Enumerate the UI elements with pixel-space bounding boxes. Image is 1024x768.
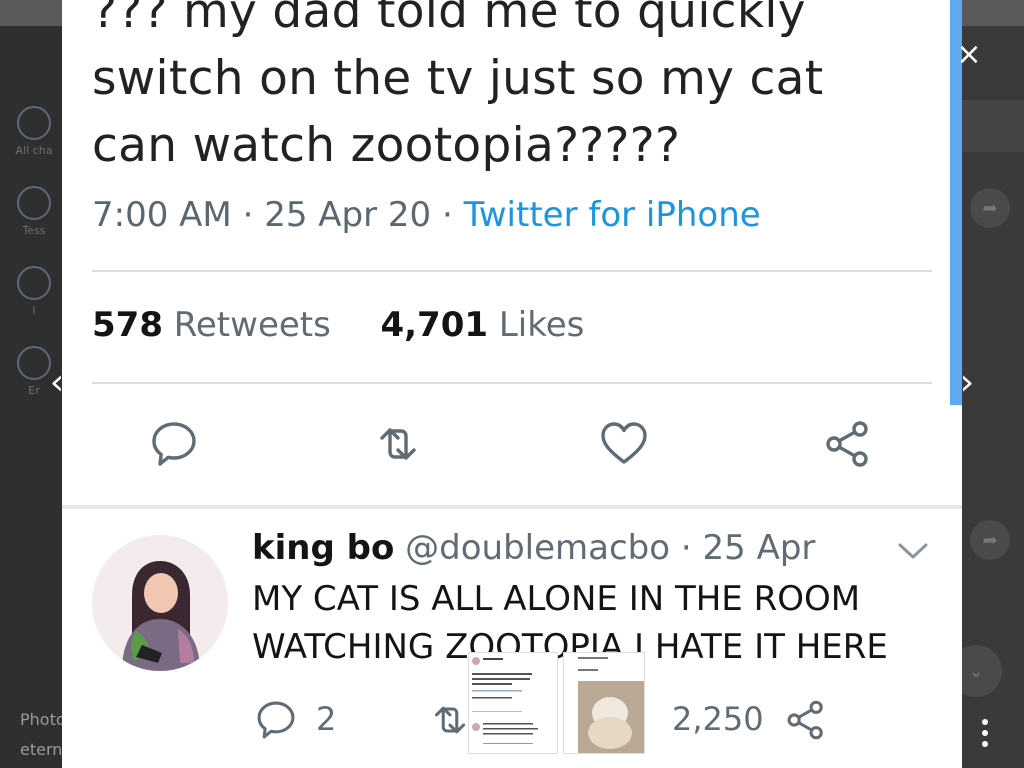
thumbnail-tweet[interactable]	[468, 652, 558, 754]
retweets-count: 578	[92, 305, 163, 345]
likes-label: Likes	[498, 305, 585, 345]
reply-handle: @doublemacbo	[405, 528, 671, 568]
thumbnail-strip	[468, 652, 648, 754]
background-sidebar-label: Tess	[22, 224, 46, 237]
more-options-icon[interactable]	[975, 716, 995, 750]
forward-icon: ➦	[970, 520, 1010, 560]
reply-icon	[257, 701, 295, 739]
chat-bubble-icon	[17, 106, 51, 140]
like-heart-icon	[601, 422, 647, 464]
mask-icon	[17, 266, 51, 300]
meta-separator: ·	[441, 195, 464, 235]
background-sidebar-item: Tess	[14, 186, 54, 237]
tweet-source-link: Twitter for iPhone	[463, 195, 761, 235]
next-image-button[interactable]: ›	[952, 365, 982, 401]
avatar	[92, 535, 228, 671]
tweet-date: 25 Apr 20	[264, 195, 432, 235]
background-sidebar-label: I	[32, 304, 36, 317]
tweet-actions	[62, 418, 962, 474]
divider	[92, 382, 932, 384]
tweet-stats: 578 Retweets 4,701 Likes	[92, 305, 584, 345]
avatar-illustration	[92, 535, 228, 671]
reply-like-count: 2,250	[672, 700, 764, 738]
share-icon	[787, 700, 823, 740]
group-icon	[17, 186, 51, 220]
thumbnail-preview	[472, 657, 538, 744]
background-label: etern	[20, 740, 63, 759]
tweet-meta: 7:00 AM · 25 Apr 20 · Twitter for iPhone	[92, 195, 761, 235]
thumbnail-preview	[564, 653, 644, 753]
tweet-text: ??? my dad told me to quickly switch on …	[92, 0, 824, 173]
background-label: Photo	[20, 710, 66, 729]
previous-image-button[interactable]: ‹	[42, 365, 72, 401]
reply-name: king bo	[252, 528, 395, 568]
retweet-icon	[434, 706, 466, 734]
retweets-label: Retweets	[173, 305, 331, 345]
background-sidebar-item: All cha	[14, 106, 54, 157]
meta-separator: ·	[242, 195, 265, 235]
divider	[92, 270, 932, 272]
reply-count: 2	[316, 700, 337, 738]
background-sidebar-label: All cha	[15, 144, 53, 157]
background-right-bar	[962, 100, 1024, 152]
chevron-down-icon	[898, 543, 928, 559]
likes-count: 4,701	[380, 305, 489, 345]
reply-header: king bo @doublemacbo · 25 Apr	[252, 528, 815, 568]
reply-icon	[152, 422, 196, 466]
tweet-time: 7:00 AM	[92, 195, 232, 235]
share-icon	[826, 421, 868, 467]
thumbnail-cat[interactable]	[563, 652, 645, 754]
background-sidebar-item: I	[14, 266, 54, 317]
forward-icon: ➦	[970, 188, 1010, 228]
meta-separator: ·	[680, 528, 703, 568]
reply-date: 25 Apr	[702, 528, 816, 568]
retweet-icon	[380, 428, 416, 460]
close-viewer-button[interactable]: ×	[952, 38, 986, 72]
section-gap	[62, 505, 962, 509]
